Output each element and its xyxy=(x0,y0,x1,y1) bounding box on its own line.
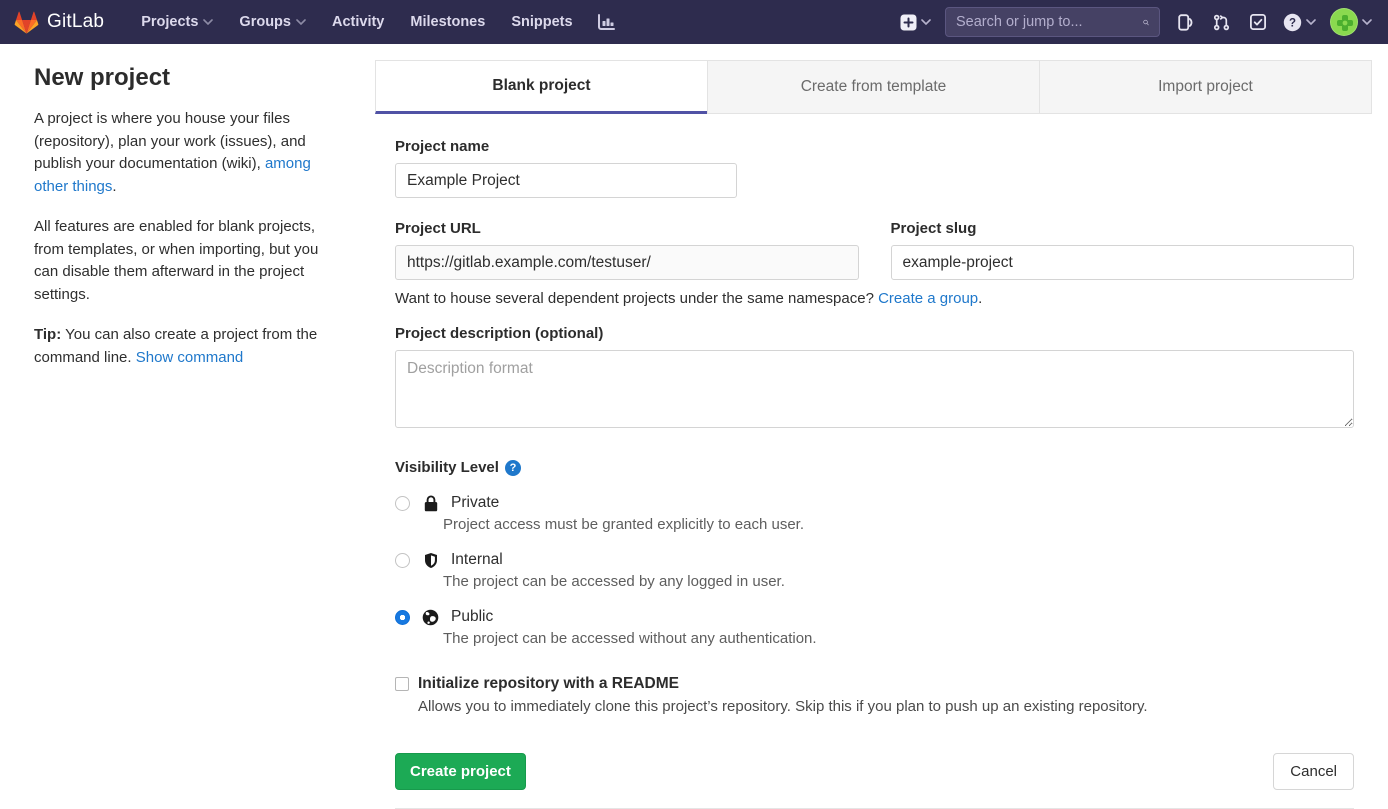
readme-option: Initialize repository with a README Allo… xyxy=(395,675,1354,715)
search-box[interactable] xyxy=(945,7,1160,37)
create-a-group-link[interactable]: Create a group xyxy=(878,290,978,307)
page-sidebar: New project A project is where you house… xyxy=(34,60,340,809)
project-slug-label: Project slug xyxy=(891,220,1355,237)
sidebar-tip: Tip: You can also create a project from … xyxy=(34,324,340,369)
create-project-button[interactable]: Create project xyxy=(395,753,526,790)
chevron-down-icon xyxy=(1362,19,1372,25)
nav-groups[interactable]: Groups xyxy=(228,8,317,36)
issues-icon[interactable] xyxy=(1174,11,1196,34)
chevron-down-icon xyxy=(921,19,931,25)
tab-import-project[interactable]: Import project xyxy=(1039,60,1372,114)
visibility-level-label: Visibility Level xyxy=(395,459,499,476)
visibility-option-public: Public The project can be accessed witho… xyxy=(395,608,1354,647)
help-icon: ? xyxy=(1283,13,1302,32)
avatar xyxy=(1330,8,1358,36)
project-name-input[interactable] xyxy=(395,163,737,198)
search-input[interactable] xyxy=(956,14,1143,30)
chevron-down-icon xyxy=(296,19,306,25)
merge-requests-icon[interactable] xyxy=(1210,11,1233,34)
public-radio[interactable] xyxy=(395,610,410,625)
private-radio[interactable] xyxy=(395,496,410,511)
shield-icon xyxy=(422,552,439,569)
visibility-help-icon[interactable]: ? xyxy=(505,460,521,476)
help-menu-button[interactable]: ? xyxy=(1283,13,1316,32)
nav-projects[interactable]: Projects xyxy=(130,8,224,36)
navbar-right: ? xyxy=(900,7,1372,37)
gitlab-logo[interactable]: GitLab xyxy=(14,10,104,34)
namespace-hint: Want to house several dependent projects… xyxy=(395,290,1354,307)
visibility-option-private: Private Project access must be granted e… xyxy=(395,494,1354,533)
sidebar-paragraph-1: A project is where you house your files … xyxy=(34,108,340,198)
plus-icon xyxy=(900,14,917,31)
tanuki-icon xyxy=(14,10,39,34)
svg-text:?: ? xyxy=(1289,17,1296,29)
page-title: New project xyxy=(34,64,340,92)
show-command-link[interactable]: Show command xyxy=(136,349,244,366)
public-description: The project can be accessed without any … xyxy=(443,630,1354,647)
readme-description: Allows you to immediately clone this pro… xyxy=(418,698,1354,715)
nav-milestones[interactable]: Milestones xyxy=(399,8,496,36)
user-menu-button[interactable] xyxy=(1330,8,1372,36)
top-navbar: GitLab Projects Groups Activity Mileston… xyxy=(0,0,1388,44)
private-label: Private xyxy=(451,494,499,512)
todos-icon[interactable] xyxy=(1247,11,1269,33)
project-type-tabs: Blank project Create from template Impor… xyxy=(375,60,1372,114)
blank-project-form: Project name Project URL Project slug Wa… xyxy=(375,114,1372,809)
public-label: Public xyxy=(451,608,493,626)
project-url-input[interactable] xyxy=(395,245,859,280)
project-description-label: Project description (optional) xyxy=(395,325,1354,342)
brand-name: GitLab xyxy=(47,11,104,33)
chevron-down-icon xyxy=(203,19,213,25)
visibility-option-internal: Internal The project can be accessed by … xyxy=(395,551,1354,590)
new-project-panel: Blank project Create from template Impor… xyxy=(375,60,1372,809)
statistics-chart-icon[interactable] xyxy=(588,8,624,37)
project-url-label: Project URL xyxy=(395,220,859,237)
globe-icon xyxy=(422,609,439,626)
cancel-button[interactable]: Cancel xyxy=(1273,753,1354,790)
chevron-down-icon xyxy=(1306,19,1316,25)
tab-blank-project[interactable]: Blank project xyxy=(375,60,708,114)
private-description: Project access must be granted explicitl… xyxy=(443,516,1354,533)
project-description-textarea[interactable] xyxy=(395,350,1354,428)
internal-description: The project can be accessed by any logge… xyxy=(443,573,1354,590)
internal-label: Internal xyxy=(451,551,503,569)
sidebar-paragraph-2: All features are enabled for blank proje… xyxy=(34,216,340,306)
readme-checkbox[interactable] xyxy=(395,677,409,691)
nav-snippets[interactable]: Snippets xyxy=(500,8,583,36)
readme-label: Initialize repository with a README xyxy=(418,675,679,693)
internal-radio[interactable] xyxy=(395,553,410,568)
tab-create-from-template[interactable]: Create from template xyxy=(707,60,1040,114)
nav-activity[interactable]: Activity xyxy=(321,8,395,36)
project-slug-input[interactable] xyxy=(891,245,1355,280)
lock-icon xyxy=(422,495,439,512)
search-icon xyxy=(1143,15,1149,30)
main-nav: Projects Groups Activity Milestones Snip… xyxy=(130,8,623,37)
new-menu-button[interactable] xyxy=(900,14,931,31)
project-name-label: Project name xyxy=(395,138,1354,155)
